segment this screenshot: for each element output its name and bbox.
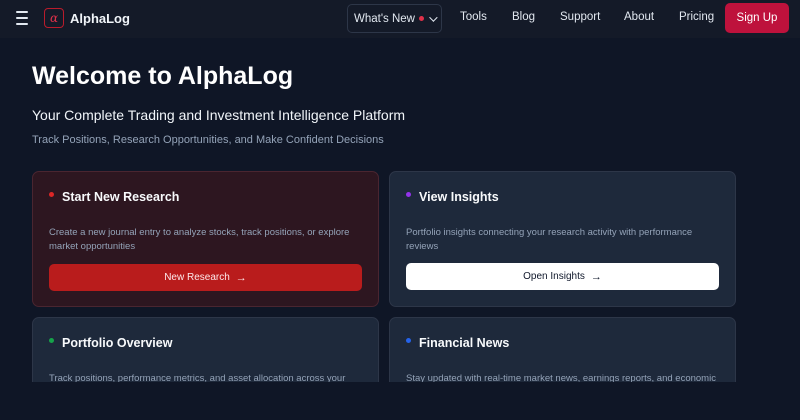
card-title: View Insights [419, 190, 499, 204]
card-header: Financial News [406, 336, 509, 350]
arrow-right-icon: → [590, 270, 602, 283]
chevron-down-icon [429, 12, 438, 22]
alpha-logo-icon: α [44, 8, 64, 28]
bullet-dot-icon [49, 337, 54, 343]
nav-link-blog[interactable]: Blog [512, 11, 535, 23]
bottom-cutoff [0, 382, 800, 420]
whats-new-label: What's New [354, 12, 415, 25]
page-subtitle: Your Complete Trading and Investment Int… [32, 107, 406, 123]
notification-dot-icon [419, 16, 424, 21]
page-tagline: Track Positions, Research Opportunities,… [32, 134, 384, 146]
menu-icon[interactable] [14, 11, 30, 25]
whats-new-dropdown[interactable]: What's New [347, 4, 442, 33]
open-insights-button[interactable]: Open Insights → [406, 263, 719, 290]
sign-up-button[interactable]: Sign Up [725, 3, 789, 33]
bullet-dot-icon [49, 191, 54, 197]
bullet-dot-icon [406, 191, 411, 197]
page-title: Welcome to AlphaLog [32, 62, 294, 90]
button-label: Open Insights [523, 271, 585, 282]
brand-name: AlphaLog [70, 10, 130, 26]
nav-link-about[interactable]: About [624, 11, 654, 23]
arrow-right-icon: → [235, 271, 247, 284]
card-header: Start New Research [49, 190, 179, 204]
new-research-button[interactable]: New Research → [49, 264, 362, 291]
card-description: Portfolio insights connecting your resea… [406, 227, 693, 252]
nav-link-pricing[interactable]: Pricing [679, 11, 714, 23]
card-header: View Insights [406, 190, 499, 204]
card-title: Start New Research [62, 190, 180, 204]
card-title: Portfolio Overview [62, 336, 173, 350]
card-view-insights: View Insights Portfolio insights connect… [389, 171, 736, 307]
card-start-new-research: Start New Research Create a new journal … [32, 171, 379, 307]
top-nav: α AlphaLog What's New Tools Blog Support… [0, 0, 800, 38]
brand-logo[interactable]: α AlphaLog [44, 8, 130, 28]
button-label: New Research [164, 272, 230, 283]
nav-link-tools[interactable]: Tools [460, 11, 487, 23]
card-header: Portfolio Overview [49, 336, 172, 350]
bullet-dot-icon [406, 337, 411, 343]
card-title: Financial News [419, 336, 510, 350]
card-description: Create a new journal entry to analyze st… [49, 227, 350, 252]
nav-link-support[interactable]: Support [560, 11, 600, 23]
